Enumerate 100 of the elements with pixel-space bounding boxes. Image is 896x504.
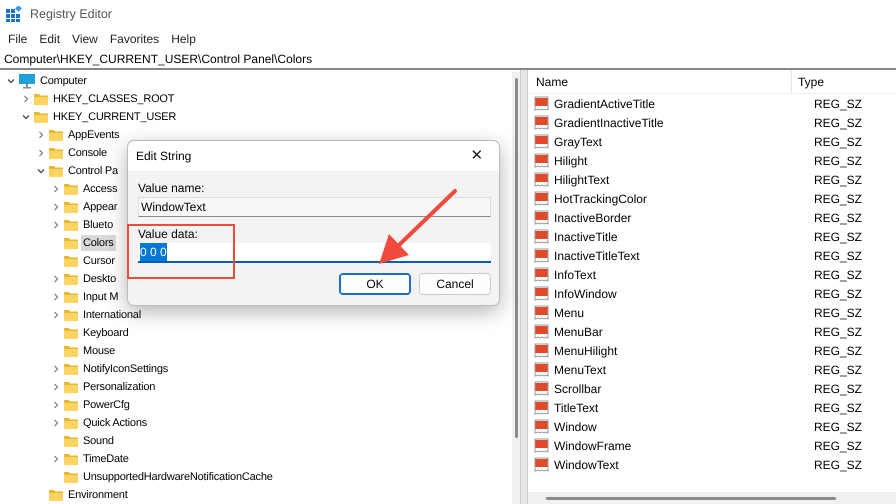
value-name[interactable]: HilightText: [552, 170, 814, 188]
string-value-icon: [534, 248, 550, 264]
expand-chevron-icon[interactable]: [51, 400, 61, 410]
value-data-field[interactable]: 0 0 0: [138, 243, 491, 263]
expand-chevron-icon[interactable]: [51, 184, 61, 194]
expand-chevron-icon[interactable]: [51, 454, 61, 464]
expand-chevron-icon[interactable]: [51, 382, 61, 392]
menu-item[interactable]: Favorites: [104, 30, 166, 48]
tree-item[interactable]: Sound: [81, 433, 116, 449]
string-value-icon: [534, 456, 550, 472]
value-name[interactable]: GradientActiveTitle: [552, 94, 814, 112]
value-name[interactable]: Menu: [552, 304, 814, 322]
value-type: REG_SZ: [814, 362, 862, 378]
value-name-field[interactable]: WindowText: [138, 197, 491, 217]
string-value-icon: [534, 438, 550, 454]
value-name[interactable]: HotTrackingColor: [552, 190, 814, 208]
string-value-icon: [534, 304, 550, 320]
menu-item[interactable]: Edit: [33, 30, 66, 48]
tree-item[interactable]: AppEvents: [66, 127, 122, 143]
expand-chevron-icon[interactable]: [51, 364, 61, 374]
tree-item[interactable]: Console: [66, 145, 109, 161]
ok-button[interactable]: OK: [339, 273, 411, 295]
expand-chevron-icon[interactable]: [51, 274, 61, 284]
scrollbar[interactable]: [512, 72, 520, 504]
tree-item[interactable]: Personalization: [81, 379, 158, 395]
tree-item[interactable]: Quick Actions: [81, 415, 150, 431]
value-type: REG_SZ: [814, 96, 862, 112]
string-value-icon: [534, 152, 550, 168]
folder-icon: [63, 416, 79, 430]
tree-item[interactable]: International: [81, 307, 143, 323]
tree-item[interactable]: Deskto: [81, 271, 118, 287]
folder-icon: [63, 326, 79, 340]
expand-chevron-icon[interactable]: [51, 418, 61, 428]
value-name[interactable]: InactiveBorder: [552, 208, 814, 226]
tree-item[interactable]: Cursor: [81, 253, 117, 269]
folder-icon: [63, 398, 79, 412]
string-value-icon: [534, 172, 550, 188]
value-name[interactable]: MenuBar: [552, 322, 814, 340]
value-name[interactable]: WindowText: [552, 456, 814, 474]
cancel-button[interactable]: Cancel: [419, 273, 491, 295]
string-value-icon: [534, 400, 550, 416]
tree-item[interactable]: Keyboard: [81, 325, 130, 341]
column-header[interactable]: Type: [792, 72, 824, 90]
scrollbar[interactable]: [528, 492, 896, 504]
expand-chevron-icon[interactable]: [51, 310, 61, 320]
tree-item[interactable]: HKEY_CURRENT_USER: [51, 109, 178, 125]
tree-item[interactable]: Environment: [66, 487, 130, 503]
close-button[interactable]: ✕: [455, 141, 499, 171]
string-value-icon: [534, 134, 550, 150]
expand-chevron-icon[interactable]: [21, 94, 31, 104]
value-name[interactable]: WindowFrame: [552, 436, 814, 454]
menu-item[interactable]: View: [66, 30, 104, 48]
value-name[interactable]: MenuHilight: [552, 342, 814, 360]
value-name[interactable]: InactiveTitleText: [552, 246, 814, 264]
value-name[interactable]: Window: [552, 418, 814, 436]
value-name[interactable]: InfoWindow: [552, 284, 814, 302]
tree-item[interactable]: Input M: [81, 289, 120, 305]
value-type: REG_SZ: [814, 152, 862, 170]
value-type: REG_SZ: [814, 266, 862, 284]
tree-item[interactable]: NotifyIconSettings: [81, 361, 170, 377]
tree-item[interactable]: TimeDate: [81, 451, 131, 467]
tree-item[interactable]: Colors: [81, 235, 116, 251]
tree-item[interactable]: HKEY_CLASSES_ROOT: [51, 91, 176, 107]
value-type: REG_SZ: [814, 342, 862, 360]
expand-chevron-icon[interactable]: [51, 220, 61, 230]
collapse-chevron-icon[interactable]: [6, 76, 16, 86]
folder-icon: [48, 488, 64, 502]
expand-chevron-icon[interactable]: [51, 292, 61, 302]
expand-chevron-icon[interactable]: [51, 202, 61, 212]
value-name[interactable]: TitleText: [552, 398, 814, 416]
address-bar[interactable]: Computer\HKEY_CURRENT_USER\Control Panel\Colors: [0, 50, 896, 70]
string-value-icon: [534, 342, 550, 358]
expand-chevron-icon[interactable]: [36, 148, 46, 158]
value-name[interactable]: MenuText: [552, 360, 814, 378]
value-name[interactable]: Scrollbar: [552, 380, 814, 398]
value-name[interactable]: InactiveTitle: [552, 228, 814, 246]
value-name[interactable]: Hilight: [552, 152, 814, 170]
window-title: Registry Editor: [30, 6, 112, 23]
expand-chevron-icon[interactable]: [36, 130, 46, 140]
value-name[interactable]: GrayText: [552, 132, 814, 150]
folder-icon: [63, 362, 79, 376]
menu-item[interactable]: File: [2, 30, 34, 48]
tree-item[interactable]: Access: [81, 181, 120, 197]
collapse-chevron-icon[interactable]: [36, 166, 46, 176]
tree-item[interactable]: Blueto: [81, 217, 115, 233]
collapse-chevron-icon[interactable]: [21, 112, 31, 122]
column-header[interactable]: Name: [536, 72, 568, 90]
value-name[interactable]: GradientInactiveTitle: [552, 114, 814, 132]
tree-item[interactable]: Control Pa: [66, 163, 120, 179]
tree-item[interactable]: Mouse: [81, 343, 118, 359]
string-value-icon: [534, 266, 550, 282]
tree-item[interactable]: PowerCfg: [81, 397, 132, 413]
menu-item[interactable]: Help: [165, 30, 202, 48]
tree-item[interactable]: UnsupportedHardwareNotificationCache: [81, 469, 275, 485]
value-type: REG_SZ: [814, 456, 862, 474]
folder-icon: [48, 164, 64, 178]
string-value-icon: [534, 380, 550, 396]
tree-item[interactable]: Appear: [81, 199, 120, 215]
value-name[interactable]: InfoText: [552, 266, 814, 284]
tree-item[interactable]: Computer: [38, 73, 89, 89]
